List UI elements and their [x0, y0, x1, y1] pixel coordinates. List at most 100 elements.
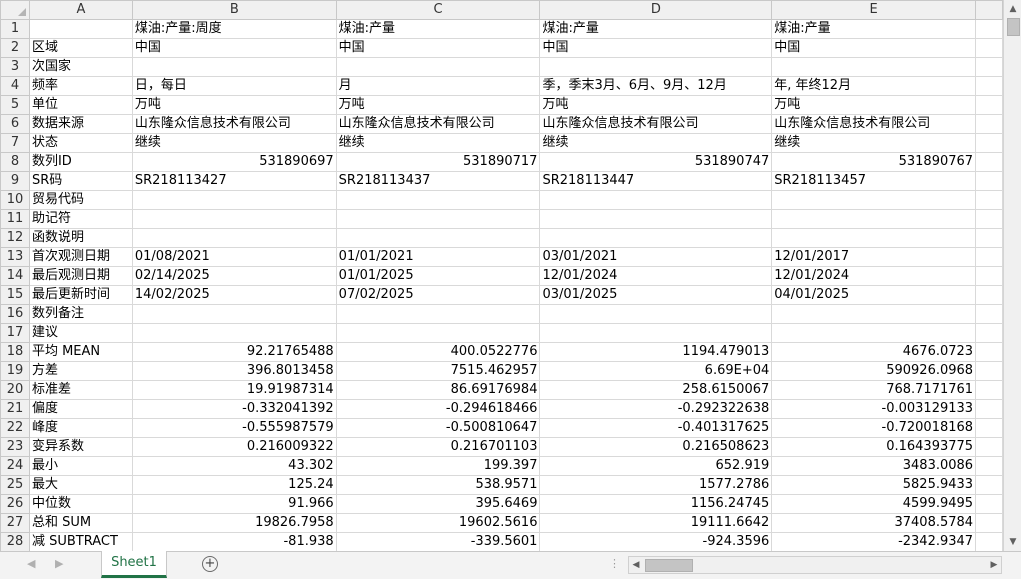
cell-b[interactable] — [131, 57, 337, 77]
row-header[interactable]: 18 — [0, 342, 30, 362]
column-header-d[interactable]: D — [539, 0, 773, 20]
cell-b[interactable]: 92.21765488 — [131, 342, 337, 362]
cell-d[interactable]: 继续 — [539, 133, 773, 153]
cell-d[interactable]: -924.3596 — [539, 532, 773, 551]
row-label-cell[interactable]: 减 SUBTRACT — [28, 532, 133, 551]
cell-c[interactable]: 中国 — [335, 38, 541, 58]
cell-d[interactable]: 1156.24745 — [539, 494, 773, 514]
row-header[interactable]: 7 — [0, 133, 30, 153]
cell-f[interactable] — [975, 114, 1003, 134]
cell-d[interactable]: 万吨 — [539, 95, 773, 115]
horizontal-scroll-thumb[interactable] — [645, 559, 693, 572]
spreadsheet-grid[interactable]: A B C D E 1 煤油:产量:周度 煤油:产量 煤油:产量 煤油:产量 2 区域 中国中… — [0, 0, 1003, 551]
cell-d[interactable]: 652.919 — [539, 456, 773, 476]
cell-f[interactable] — [975, 152, 1003, 172]
cell-d[interactable] — [539, 304, 773, 324]
scroll-right-icon[interactable]: ▶ — [987, 557, 1001, 573]
cell-e[interactable]: -0.003129133 — [771, 399, 977, 419]
cell-f[interactable] — [975, 228, 1003, 248]
cell-c[interactable] — [335, 323, 541, 343]
cell-b[interactable]: -81.938 — [131, 532, 337, 551]
cell-b[interactable]: 继续 — [131, 133, 337, 153]
cell-f[interactable] — [975, 190, 1003, 210]
column-header-f[interactable] — [975, 0, 1003, 20]
row-header[interactable]: 28 — [0, 532, 30, 551]
cell-c[interactable]: 395.6469 — [335, 494, 541, 514]
cell-b[interactable]: 山东隆众信息技术有限公司 — [131, 114, 337, 134]
row-label-cell[interactable]: 变异系数 — [28, 437, 133, 457]
row-header[interactable]: 4 — [0, 76, 30, 96]
cell-f[interactable] — [975, 399, 1003, 419]
cell-f[interactable] — [975, 475, 1003, 495]
cell-d[interactable]: 季，季末3月、6月、9月、12月 — [539, 76, 773, 96]
row-header[interactable]: 23 — [0, 437, 30, 457]
cell-c[interactable]: -0.294618466 — [335, 399, 541, 419]
row-header[interactable]: 12 — [0, 228, 30, 248]
row-label-cell[interactable]: 贸易代码 — [28, 190, 133, 210]
cell-e[interactable]: 山东隆众信息技术有限公司 — [771, 114, 977, 134]
cell-d[interactable] — [539, 57, 773, 77]
cell-b[interactable]: 02/14/2025 — [131, 266, 337, 286]
cell-c[interactable]: 0.216701103 — [335, 437, 541, 457]
cell-f[interactable] — [975, 456, 1003, 476]
cell-b[interactable]: 19.91987314 — [131, 380, 337, 400]
row-label-cell[interactable]: SR码 — [28, 171, 133, 191]
cell-b[interactable]: 万吨 — [131, 95, 337, 115]
cell-c[interactable]: 月 — [335, 76, 541, 96]
cell-e[interactable]: 中国 — [771, 38, 977, 58]
cell-d[interactable]: 煤油:产量 — [539, 19, 773, 39]
cell-b[interactable]: 煤油:产量:周度 — [131, 19, 337, 39]
cell-d[interactable]: 531890747 — [539, 152, 773, 172]
row-label-cell[interactable]: 助记符 — [28, 209, 133, 229]
cell-d[interactable] — [539, 323, 773, 343]
row-label-cell[interactable]: 函数说明 — [28, 228, 133, 248]
cell-e[interactable]: 4599.9495 — [771, 494, 977, 514]
column-header-b[interactable]: B — [131, 0, 337, 20]
cell-e[interactable]: 531890767 — [771, 152, 977, 172]
row-header[interactable]: 22 — [0, 418, 30, 438]
cell-c[interactable]: 07/02/2025 — [335, 285, 541, 305]
cell-c[interactable]: 01/01/2025 — [335, 266, 541, 286]
row-label-cell[interactable]: 总和 SUM — [28, 513, 133, 533]
cell-b[interactable]: 125.24 — [131, 475, 337, 495]
scroll-left-icon[interactable]: ◀ — [629, 557, 643, 573]
cell-f[interactable] — [975, 342, 1003, 362]
row-header[interactable]: 26 — [0, 494, 30, 514]
cell-b[interactable]: 01/08/2021 — [131, 247, 337, 267]
cell-b[interactable] — [131, 209, 337, 229]
cell-e[interactable]: SR218113457 — [771, 171, 977, 191]
cell-b[interactable]: 14/02/2025 — [131, 285, 337, 305]
cell-d[interactable] — [539, 228, 773, 248]
cell-b[interactable]: 日，每日 — [131, 76, 337, 96]
cell-e[interactable]: 万吨 — [771, 95, 977, 115]
cell-d[interactable]: -0.292322638 — [539, 399, 773, 419]
row-label-cell[interactable]: 数列ID — [28, 152, 133, 172]
row-label-cell[interactable]: 最小 — [28, 456, 133, 476]
row-label-cell[interactable] — [28, 19, 133, 39]
cell-c[interactable] — [335, 228, 541, 248]
cell-d[interactable]: 03/01/2025 — [539, 285, 773, 305]
cell-c[interactable]: 继续 — [335, 133, 541, 153]
cell-e[interactable]: 继续 — [771, 133, 977, 153]
cell-e[interactable]: -0.720018168 — [771, 418, 977, 438]
cell-d[interactable]: 19111.6642 — [539, 513, 773, 533]
row-header[interactable]: 6 — [0, 114, 30, 134]
cell-e[interactable] — [771, 304, 977, 324]
row-header[interactable]: 5 — [0, 95, 30, 115]
cell-c[interactable]: 01/01/2021 — [335, 247, 541, 267]
cell-d[interactable] — [539, 209, 773, 229]
cell-f[interactable] — [975, 437, 1003, 457]
horizontal-scrollbar[interactable]: ◀ ▶ — [628, 556, 1002, 574]
row-label-cell[interactable]: 中位数 — [28, 494, 133, 514]
cell-e[interactable]: 5825.9433 — [771, 475, 977, 495]
column-header-a[interactable]: A — [28, 0, 133, 20]
row-header[interactable]: 1 — [0, 19, 30, 39]
cell-e[interactable]: 590926.0968 — [771, 361, 977, 381]
cell-e[interactable]: 0.164393775 — [771, 437, 977, 457]
cell-e[interactable]: 37408.5784 — [771, 513, 977, 533]
cell-d[interactable]: -0.401317625 — [539, 418, 773, 438]
cell-d[interactable] — [539, 190, 773, 210]
cell-e[interactable]: 12/01/2024 — [771, 266, 977, 286]
cell-f[interactable] — [975, 361, 1003, 381]
row-header[interactable]: 11 — [0, 209, 30, 229]
